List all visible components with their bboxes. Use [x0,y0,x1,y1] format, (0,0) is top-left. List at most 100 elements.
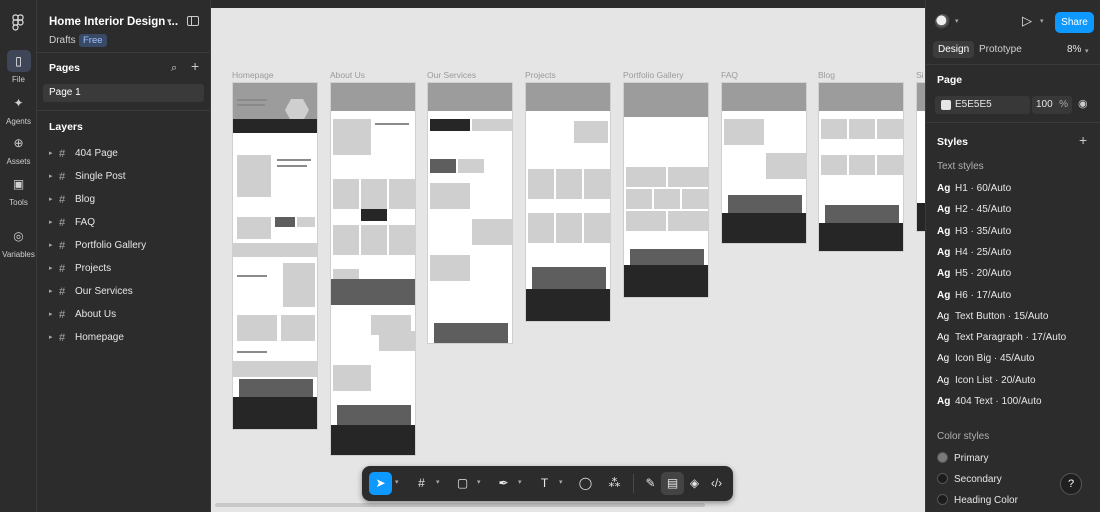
draw-mode-button[interactable]: ✎ [639,472,662,495]
text-tool-button[interactable]: T [533,472,556,495]
rail-file-button[interactable]: ▯ File [0,50,37,84]
rail-tools-button[interactable]: ▣ Tools [0,173,37,207]
layer-item[interactable]: ▸ #404 Page [37,145,211,163]
chevron-right-icon[interactable]: ▸ [49,145,53,163]
text-style-icon: Ag [937,353,950,365]
frame-label[interactable]: About Us [330,70,365,80]
styles-section-title: Styles [937,136,968,148]
layer-item[interactable]: ▸ # Our Services [37,283,211,301]
color-style-item[interactable]: Primary [937,451,988,467]
color-style-item[interactable]: Secondary [937,472,1002,488]
chevron-down-icon[interactable]: ▾ [559,478,563,486]
rail-assets-button[interactable]: ⊕ Assets [0,132,37,166]
chevron-right-icon[interactable]: ▸ [49,237,53,255]
horizontal-scrollbar[interactable] [215,503,705,507]
chevron-down-icon[interactable]: ▾ [518,478,522,486]
page-fill-field[interactable]: E5E5E5 [935,96,1030,114]
figma-logo-icon[interactable] [10,14,26,32]
frame-label[interactable]: Blog [818,70,835,80]
pages-title: Pages [49,62,80,74]
pen-tool-button[interactable]: ✒ [492,472,515,495]
frame-label[interactable]: Projects [525,70,556,80]
actions-button[interactable]: ⁂ [603,472,626,495]
frame-icon: # [418,476,425,490]
frame-label[interactable]: Our Services [427,70,476,80]
zoom-level[interactable]: 8% [1067,44,1081,55]
frame-faq[interactable] [721,82,807,244]
layer-item[interactable]: ▸ # Homepage [37,329,211,347]
frame-label[interactable]: Portfolio Gallery [623,70,683,80]
chevron-down-icon[interactable]: ▾ [477,478,481,486]
frame-about-us[interactable] [330,82,416,456]
chevron-down-icon[interactable]: ▾ [1040,17,1044,25]
shape-tool-button[interactable]: ▢ [451,472,474,495]
frame-label[interactable]: Si [916,70,924,80]
frame-projects[interactable] [525,82,611,322]
components-mode-button[interactable]: ◈ [683,472,706,495]
frame-homepage[interactable] [232,82,318,430]
help-button[interactable]: ? [1060,473,1082,495]
text-style-item[interactable]: Ag H5 · 20/Auto [937,266,1011,282]
design-mode-button[interactable]: ▤ [661,472,684,495]
avatar[interactable] [935,14,951,30]
frame-label[interactable]: Homepage [232,70,274,80]
text-style-item[interactable]: Ag H3 · 35/Auto [937,224,1011,240]
frame-icon: # [59,309,66,321]
text-style-item[interactable]: Ag H2 · 45/Auto [937,202,1011,218]
fill-opacity-field[interactable]: 100 % [1032,96,1072,114]
chevron-down-icon[interactable]: ▾ [1085,47,1089,55]
text-style-item[interactable]: Ag Text Paragraph · 17/Auto [937,330,1066,346]
search-icon[interactable]: ⌕ [171,62,177,75]
layer-item[interactable]: ▸ # About Us [37,306,211,324]
layer-item[interactable]: ▸ # Blog [37,191,211,209]
cursor-icon: ➤ [375,476,386,490]
frame-our-services[interactable] [427,82,513,344]
text-style-item[interactable]: Ag H4 · 25/Auto [937,245,1011,261]
frame-portfolio-gallery[interactable] [623,82,709,298]
add-style-icon[interactable]: + [1079,132,1087,148]
chevron-down-icon[interactable]: ▾ [167,16,172,27]
tab-design[interactable]: Design [933,41,975,58]
chevron-right-icon[interactable]: ▸ [49,214,53,232]
move-tool-button[interactable]: ➤ [369,472,392,495]
text-style-item[interactable]: Ag Icon Big · 45/Auto [937,351,1035,367]
frame-blog[interactable] [818,82,904,252]
panel-toggle-icon[interactable] [187,16,199,26]
chevron-right-icon[interactable]: ▸ [49,191,53,209]
eye-icon[interactable]: ◉ [1078,97,1088,110]
rail-variables-button[interactable]: ◎ Variables [0,225,37,259]
canvas[interactable]: Homepage About Us Our Services Projects Port… [211,8,925,512]
layer-item[interactable]: ▸ # Projects [37,260,211,278]
comment-tool-button[interactable]: ◯ [574,472,597,495]
chevron-right-icon[interactable]: ▸ [49,260,53,278]
drafts-link[interactable]: Drafts [49,35,76,46]
color-style-item[interactable]: Heading Color [937,493,1018,509]
layer-item[interactable]: ▸ # Portfolio Gallery [37,237,211,255]
add-page-icon[interactable]: + [191,58,199,74]
frame-tool-button[interactable]: # [410,472,433,495]
chevron-right-icon[interactable]: ▸ [49,329,53,347]
dev-mode-button[interactable]: ‹/› [705,472,728,495]
share-button[interactable]: Share [1055,12,1094,33]
chevron-right-icon[interactable]: ▸ [49,306,53,324]
text-style-item[interactable]: Ag 404 Text · 100/Auto [937,394,1042,410]
text-style-item[interactable]: Ag Icon List · 20/Auto [937,373,1036,389]
text-style-item[interactable]: Ag H1 · 60/Auto [937,181,1011,197]
present-icon[interactable]: ▷ [1022,13,1032,29]
text-style-item[interactable]: Ag Text Button · 15/Auto [937,309,1048,325]
tab-prototype[interactable]: Prototype [979,44,1022,55]
chevron-right-icon[interactable]: ▸ [49,283,53,301]
chevron-down-icon[interactable]: ▾ [955,17,959,25]
layer-item[interactable]: ▸ # FAQ [37,214,211,232]
frame-label[interactable]: FAQ [721,70,738,80]
chevron-down-icon[interactable]: ▾ [436,478,440,486]
frame-partial[interactable] [916,82,925,232]
text-style-item[interactable]: Ag H6 · 17/Auto [937,288,1011,304]
file-title[interactable]: Home Interior Design ... [49,16,178,28]
color-swatch[interactable] [941,100,951,110]
chevron-down-icon[interactable]: ▾ [395,478,399,486]
page-item-page-1[interactable]: Page 1 [43,84,204,102]
rail-agents-button[interactable]: ✦ Agents [0,92,37,126]
layer-item[interactable]: ▸ # Single Post [37,168,211,186]
chevron-right-icon[interactable]: ▸ [49,168,53,186]
